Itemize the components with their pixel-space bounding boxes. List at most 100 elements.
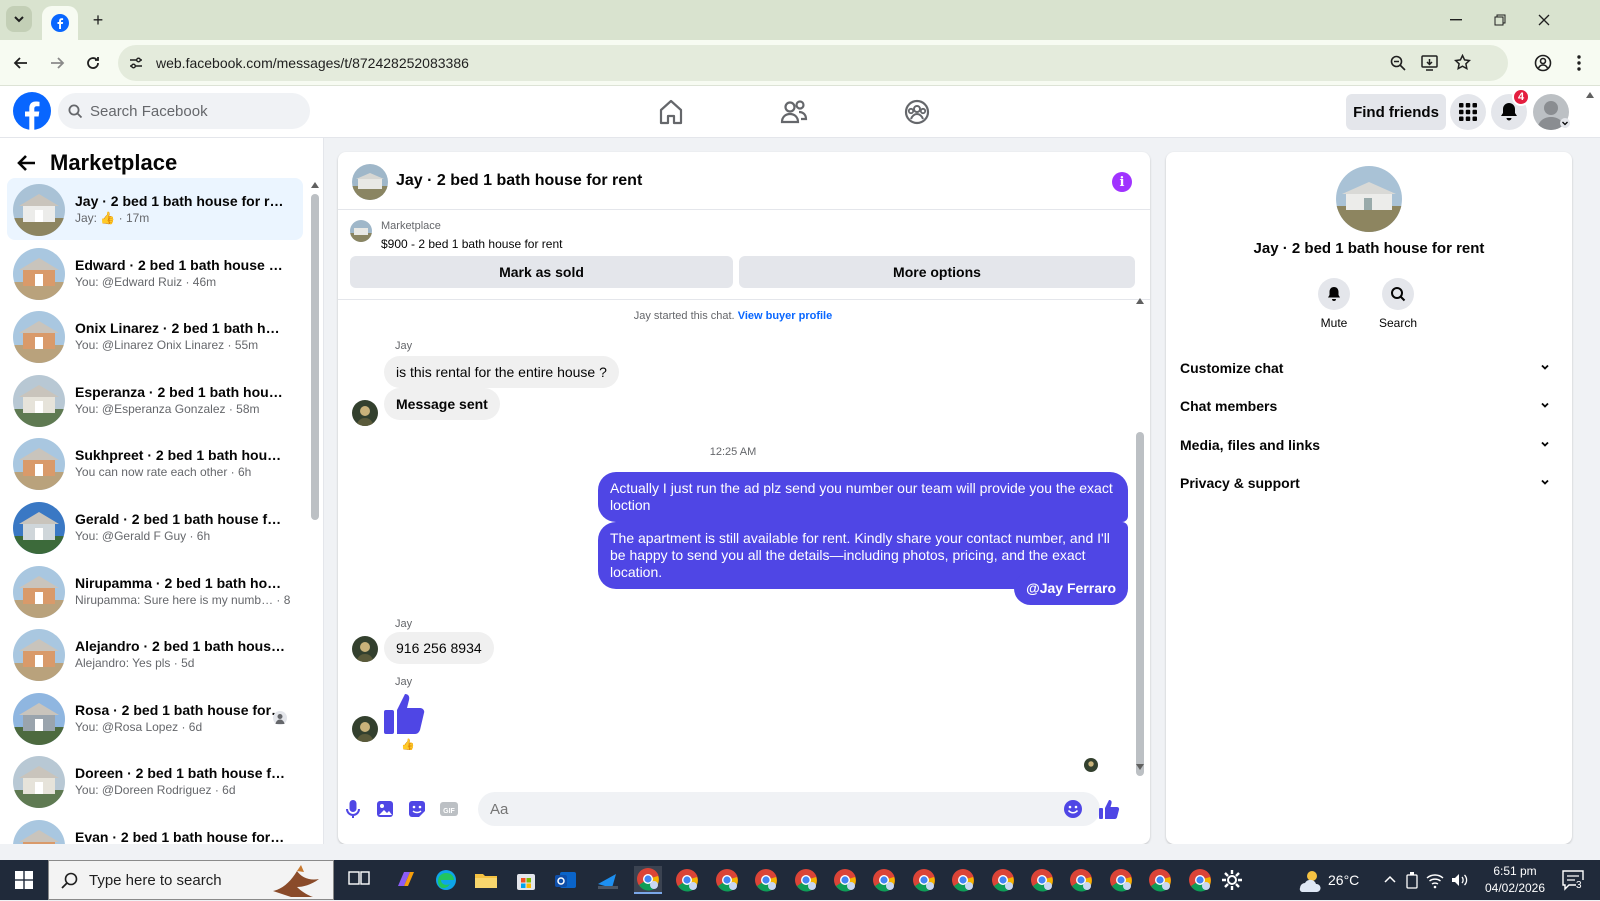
privacy-support-section[interactable]: Privacy & support [1180, 465, 1560, 503]
wifi-icon[interactable] [1426, 871, 1444, 889]
chrome-window-button[interactable] [713, 866, 741, 894]
sender-avatar[interactable] [352, 400, 378, 426]
more-options-button[interactable]: More options [739, 256, 1135, 288]
find-friends-button[interactable]: Find friends [1346, 94, 1446, 130]
task-view-button[interactable] [346, 866, 374, 894]
thumbs-up-sticker[interactable] [382, 690, 428, 736]
groups-nav-button[interactable] [901, 96, 933, 128]
edge-button[interactable] [432, 866, 460, 894]
clock-time[interactable]: 6:51 pm [1480, 864, 1550, 878]
profile-button[interactable] [1530, 50, 1556, 76]
start-button[interactable] [10, 866, 38, 894]
chrome-window-button[interactable] [1186, 866, 1214, 894]
address-bar[interactable]: web.facebook.com/messages/t/872428252083… [118, 45, 1508, 81]
chrome-window-button[interactable] [634, 866, 662, 894]
message-input[interactable] [478, 792, 1100, 826]
sender-avatar[interactable] [352, 636, 378, 662]
chrome-window-button[interactable] [752, 866, 780, 894]
browser-menu-button[interactable] [1566, 50, 1592, 76]
volume-icon[interactable] [1450, 871, 1468, 889]
friends-nav-button[interactable] [778, 96, 810, 128]
close-window-button[interactable] [1532, 0, 1556, 40]
sender-avatar[interactable] [352, 716, 378, 742]
forward-button[interactable] [44, 50, 70, 76]
taskbar-search[interactable]: Type here to search [48, 860, 334, 900]
facebook-logo[interactable] [13, 92, 51, 130]
photo-icon[interactable] [374, 798, 396, 820]
info-icon[interactable]: i [1112, 172, 1132, 192]
scroll-down-icon[interactable] [1136, 764, 1144, 770]
chrome-window-button[interactable] [989, 866, 1017, 894]
conversation-item[interactable]: Gerald · 2 bed 1 bath house for r… You: @… [7, 496, 303, 558]
view-buyer-profile-link[interactable]: View buyer profile [738, 310, 833, 322]
copilot-button[interactable] [392, 866, 420, 894]
conversation-item[interactable]: Rosa · 2 bed 1 bath house for … You: @Ros… [7, 687, 303, 749]
conversation-item[interactable]: Esperanza · 2 bed 1 bath house f… You: @E… [7, 369, 303, 431]
chrome-window-button[interactable] [949, 866, 977, 894]
menu-grid-button[interactable] [1450, 94, 1486, 130]
customize-chat-section[interactable]: Customize chat [1180, 350, 1560, 388]
left-scrollbar[interactable] [311, 194, 319, 520]
scroll-up-icon[interactable] [311, 182, 319, 188]
chrome-window-button[interactable] [1146, 866, 1174, 894]
store-button[interactable] [512, 866, 540, 894]
back-button[interactable] [8, 50, 34, 76]
back-button[interactable] [16, 152, 38, 174]
incoming-message[interactable]: Message sent [384, 388, 500, 420]
outgoing-mention[interactable]: @Jay Ferraro [1014, 572, 1128, 605]
chrome-window-button[interactable] [870, 866, 898, 894]
weather-icon[interactable] [1296, 868, 1322, 892]
chevron-up-icon[interactable] [1384, 875, 1396, 883]
conversation-item[interactable]: Jay · 2 bed 1 bath house for rent Jay: 👍 … [7, 178, 303, 240]
conversation-avatar[interactable] [1336, 166, 1402, 232]
new-tab-button[interactable]: + [86, 0, 110, 40]
emoji-icon[interactable] [1062, 798, 1084, 820]
chrome-window-button[interactable] [1028, 866, 1056, 894]
facebook-search-input[interactable]: Search Facebook [58, 93, 310, 129]
conversation-item[interactable]: Onix Linarez · 2 bed 1 bath hous… You: @L… [7, 305, 303, 367]
chrome-window-button[interactable] [792, 866, 820, 894]
outlook-button[interactable] [552, 866, 580, 894]
chat-title[interactable]: Jay · 2 bed 1 bath house for rent [396, 172, 642, 190]
chrome-window-button[interactable] [910, 866, 938, 894]
mute-button[interactable]: Mute [1304, 278, 1364, 330]
incoming-message[interactable]: is this rental for the entire house ? [384, 356, 619, 388]
media-files-links-section[interactable]: Media, files and links [1180, 427, 1560, 465]
listing-thumbnail[interactable] [350, 220, 372, 242]
reload-button[interactable] [80, 50, 106, 76]
chrome-window-button[interactable] [1107, 866, 1135, 894]
home-nav-button[interactable] [655, 96, 687, 128]
tab-search-button[interactable] [6, 6, 32, 32]
conversation-item[interactable]: Alejandro · 2 bed 1 bath house f… Alejand… [7, 623, 303, 685]
chrome-window-button[interactable] [673, 866, 701, 894]
mark-as-sold-button[interactable]: Mark as sold [350, 256, 733, 288]
scroll-up-icon[interactable] [1136, 298, 1144, 304]
chat-avatar[interactable] [352, 164, 388, 200]
listing-title[interactable]: $900 - 2 bed 1 bath house for rent [381, 237, 562, 251]
conversation-item[interactable]: Nirupamma · 2 bed 1 bath hous… Nirupamma:… [7, 560, 303, 622]
chrome-window-button[interactable] [831, 866, 859, 894]
clock-date[interactable]: 04/02/2026 [1480, 881, 1550, 895]
microphone-icon[interactable] [342, 798, 364, 820]
conversation-item[interactable]: Doreen · 2 bed 1 bath house for … You: @D… [7, 750, 303, 812]
search-in-conversation-button[interactable]: Search [1368, 278, 1428, 330]
reaction-badge[interactable]: 👍 [400, 736, 416, 752]
restore-button[interactable] [1488, 0, 1512, 40]
chat-scrollbar[interactable] [1136, 432, 1144, 776]
page-scroll-up-icon[interactable] [1586, 92, 1594, 98]
send-like-icon[interactable] [1098, 798, 1120, 820]
conversation-item[interactable]: Edward · 2 bed 1 bath house for … You: @E… [7, 242, 303, 304]
chrome-window-button[interactable] [1067, 866, 1095, 894]
conversation-item[interactable]: Sukhpreet · 2 bed 1 bath house f… You can… [7, 432, 303, 494]
app-button[interactable] [594, 866, 622, 894]
minimize-button[interactable] [1444, 0, 1468, 40]
file-explorer-button[interactable] [472, 866, 500, 894]
browser-tab[interactable] [42, 6, 78, 40]
chat-members-section[interactable]: Chat members [1180, 388, 1560, 426]
settings-gear-button[interactable] [1218, 866, 1246, 894]
sticker-icon[interactable] [406, 798, 428, 820]
battery-icon[interactable] [1404, 871, 1420, 889]
incoming-message[interactable]: 916 256 8934 [384, 632, 494, 664]
gif-icon[interactable]: GIF [438, 798, 460, 820]
notification-center-button[interactable]: 3 [1560, 868, 1586, 892]
